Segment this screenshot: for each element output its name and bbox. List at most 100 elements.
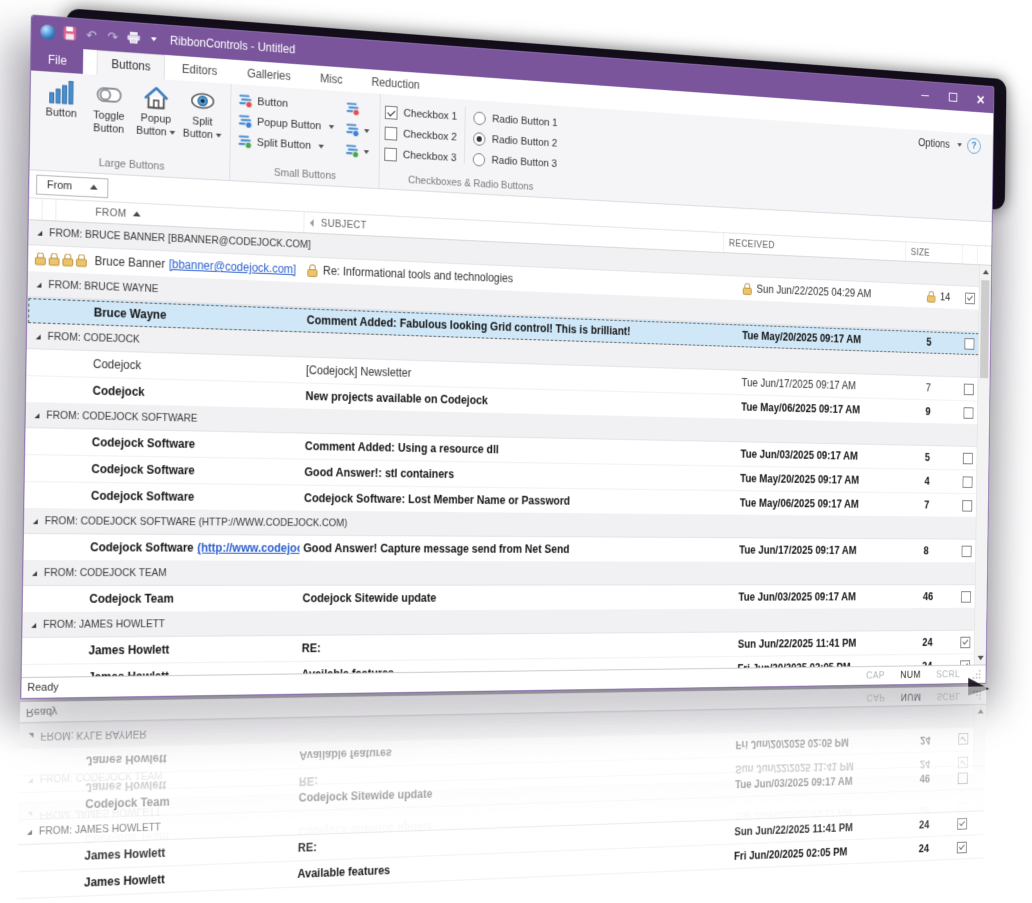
subject-text: New projects available on Codejock — [305, 389, 487, 407]
sender-link[interactable]: [bbanner@codejock.com] — [169, 257, 296, 276]
scroll-up-icon[interactable] — [980, 265, 991, 279]
list-blue-icon — [238, 114, 252, 129]
button-label: Popup Button — [132, 112, 179, 140]
read-checkbox[interactable] — [963, 383, 973, 395]
refl-size-text: 24 — [920, 758, 930, 771]
read-checkbox[interactable] — [962, 452, 972, 464]
reflection-flipped-layer: FROM: CODEJOCK TEAMCodejock TeamCodejock… — [17, 686, 986, 902]
ribbon-group-large-buttons: Button Toggle ButtonPopup ButtonSplit But… — [31, 71, 230, 181]
refl-check-cell — [955, 728, 970, 751]
message-row[interactable]: Codejock Software(http://www.codejoc...G… — [23, 534, 987, 563]
print-icon[interactable] — [127, 31, 141, 46]
read-checkbox[interactable] — [964, 338, 974, 350]
refl-sender-name: James Howlett — [85, 778, 166, 794]
ribbon-checkbox-3[interactable]: Checkbox 3 — [384, 144, 457, 169]
small-icon-button-green[interactable] — [345, 143, 369, 159]
refl-subject-cell: Available features — [294, 845, 715, 886]
radio-label: Radio Button 2 — [492, 134, 558, 149]
screenshot-stage: ↶ ↷ RibbonControls - Untitled File But — [0, 0, 1032, 903]
file-tab[interactable]: File — [31, 45, 84, 73]
large-button-split-button[interactable]: Split Button — [179, 83, 226, 142]
large-button-button[interactable]: Button — [37, 74, 86, 134]
qat-dropdown-icon[interactable] — [151, 37, 157, 41]
refl-group-label: FROM: CODEJOCK TEAM — [40, 770, 163, 785]
options-button[interactable]: Options — [918, 136, 950, 150]
small-icon-button-red[interactable] — [346, 101, 370, 117]
sender-name: James Howlett — [88, 643, 169, 658]
sender-link[interactable]: (http://www.codejoc... — [197, 541, 300, 555]
app-icon[interactable] — [40, 24, 55, 40]
column-header-size[interactable]: SIZE — [906, 242, 963, 263]
help-icon[interactable]: ? — [967, 138, 981, 155]
refl-size-cell: 24 — [898, 728, 955, 752]
options-dropdown-icon[interactable] — [957, 143, 962, 147]
group-by-chip[interactable]: From — [36, 174, 108, 198]
maximize-button[interactable] — [939, 83, 967, 111]
column-header-icon-0[interactable] — [29, 198, 43, 220]
read-checkbox[interactable] — [963, 407, 973, 419]
group-label: FROM: CODEJOCK TEAM — [44, 567, 167, 579]
scrollbar-thumb[interactable] — [980, 280, 990, 378]
check-cell — [960, 447, 975, 470]
status-ready: Ready — [27, 682, 58, 694]
large-button-toggle-button[interactable]: Toggle Button — [85, 77, 133, 137]
read-checkbox[interactable] — [962, 500, 972, 511]
close-icon — [976, 94, 984, 104]
refl-scroll-arrow-icon — [975, 705, 986, 718]
application-scene: ↶ ↷ RibbonControls - Untitled File But — [17, 14, 994, 902]
size-text: 24 — [922, 636, 932, 648]
save-icon[interactable] — [63, 26, 77, 41]
refl-message-row: Codejock TeamCodejock Sitewide updateTue… — [18, 766, 985, 820]
expand-icon — [37, 230, 42, 235]
read-checkbox[interactable] — [962, 476, 972, 488]
close-button[interactable] — [966, 85, 994, 113]
column-header-icon-1[interactable] — [42, 199, 56, 221]
size-cell: 5 — [905, 330, 962, 355]
large-button-popup-button[interactable]: Popup Button — [132, 80, 180, 139]
group-row[interactable]: FROM: CODEJOCK TEAM — [23, 561, 987, 586]
sender-name: Codejock — [92, 384, 144, 399]
tab-misc[interactable]: Misc — [307, 65, 355, 92]
refl-expand-icon — [28, 777, 33, 782]
from-cell: Codejock Software(http://www.codejoc... — [23, 534, 299, 561]
refl-subject-cell: Codejock Sitewide update — [294, 805, 715, 844]
read-checkbox[interactable] — [961, 591, 971, 602]
button-label: Button — [46, 106, 77, 120]
undo-icon[interactable]: ↶ — [84, 27, 98, 42]
scroll-down-icon[interactable] — [975, 651, 986, 664]
small-button-popup-button[interactable]: Popup Button — [236, 112, 337, 135]
redo-icon[interactable]: ↷ — [106, 29, 120, 44]
refl-group-label: FROM: JAMES HOWLETT — [39, 805, 161, 821]
read-checkbox[interactable] — [965, 292, 975, 304]
refl-message-row: Codejock TeamCodejock Sitewide updateTue… — [18, 796, 985, 855]
refl-received-cell: Sun Jun/22/2025 11:41 PM — [716, 753, 899, 781]
refl-read-checkbox — [958, 733, 968, 745]
minimize-button[interactable] — [911, 81, 939, 109]
column-header-icon-6[interactable] — [963, 245, 978, 264]
refl-group-row: FROM: CODEJOCK TEAM — [19, 744, 986, 793]
ribbon-radio-3[interactable]: Radio Button 3 — [473, 149, 557, 174]
refl-check-cell — [954, 797, 969, 820]
ribbon-group-small-buttons: ButtonPopup ButtonSplit Button Small But… — [229, 84, 379, 188]
refl-received-text: Fri Jun/20/2025 02:05 PM — [734, 845, 848, 862]
read-checkbox[interactable] — [961, 545, 971, 556]
refl-subject-text: Codejock Sitewide update — [299, 787, 433, 804]
small-button-split-button[interactable]: Split Button — [235, 133, 336, 155]
small-icon-button-blue[interactable] — [346, 122, 370, 138]
read-checkbox[interactable] — [960, 636, 970, 647]
size-text: 5 — [925, 451, 930, 463]
small-button-button[interactable]: Button — [236, 92, 337, 115]
dropdown-icon — [169, 130, 175, 134]
checkbox-icon — [384, 127, 397, 141]
refl-received-cell: Sun Jun/22/2025 11:41 PM — [715, 814, 898, 844]
refl-size-cell: 24 — [897, 812, 954, 837]
fold-shadow — [968, 678, 989, 696]
refl-group-label: FROM: CODEJOCK TEAM — [38, 856, 161, 873]
refl-from-cell: James Howlett — [18, 836, 295, 872]
refl-from-cell: James Howlett — [17, 862, 294, 899]
expand-icon — [37, 282, 42, 287]
size-text: 9 — [925, 405, 930, 417]
subject-cell: RE: — [298, 633, 719, 661]
refl-read-checkbox — [957, 803, 967, 815]
button-label: Split Button — [257, 136, 311, 151]
